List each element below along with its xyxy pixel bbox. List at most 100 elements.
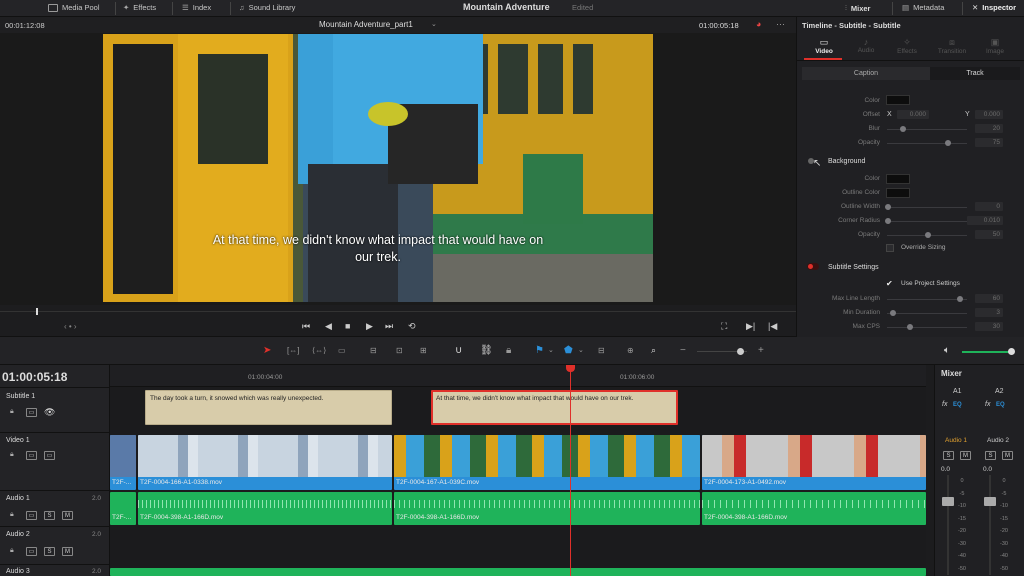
- solo-button[interactable]: S: [44, 511, 55, 520]
- shadow-color-swatch[interactable]: [886, 95, 910, 105]
- speaker-icon[interactable]: 🔈︎: [944, 345, 950, 356]
- play-reverse-icon[interactable]: ◀: [325, 321, 332, 332]
- effects-button[interactable]: ✦ Effects: [123, 3, 156, 12]
- selection-tool-icon[interactable]: ➤: [263, 345, 271, 356]
- zoom-fit-icon[interactable]: ⊟: [598, 346, 605, 355]
- subtitle-clip[interactable]: The day took a turn, it snowed which was…: [145, 390, 392, 425]
- marker-icon[interactable]: ⬟: [564, 345, 573, 356]
- max-line-length-slider[interactable]: [957, 296, 963, 302]
- viewer-scrubber[interactable]: [0, 305, 796, 317]
- playhead[interactable]: [570, 365, 571, 576]
- mute-button[interactable]: M: [960, 451, 971, 460]
- auto-select-icon[interactable]: ▭: [26, 451, 37, 460]
- play-icon[interactable]: ▶: [366, 321, 373, 332]
- outline-width-field[interactable]: 0: [975, 202, 1003, 211]
- go-to-start-icon[interactable]: ⏮: [302, 321, 310, 332]
- flag-icon[interactable]: ⚑: [535, 345, 544, 356]
- auto-select-icon[interactable]: ▭: [26, 511, 37, 520]
- zoom-detail-icon[interactable]: ⊕: [627, 346, 634, 355]
- subtitle-settings-title[interactable]: Subtitle Settings: [828, 264, 879, 271]
- sound-library-button[interactable]: ♫ Sound Library: [239, 3, 295, 12]
- use-project-checkbox[interactable]: ✔: [886, 279, 893, 288]
- stop-icon[interactable]: ■: [345, 321, 350, 331]
- more-options-icon[interactable]: ⋯: [776, 19, 785, 30]
- audio-clip[interactable]: T2F-...: [110, 492, 136, 525]
- tab-effects[interactable]: ✧ Effects: [892, 37, 922, 55]
- audio-clip[interactable]: [110, 568, 926, 576]
- zoom-in-icon[interactable]: +: [758, 345, 764, 356]
- fullscreen-icon[interactable]: ⛶: [721, 321, 727, 332]
- chevron-down-icon[interactable]: ⌄: [431, 20, 437, 28]
- offset-x-field[interactable]: 0.000: [897, 110, 929, 119]
- eq-button[interactable]: EQ: [953, 402, 962, 408]
- max-cps-field[interactable]: 30: [975, 322, 1003, 331]
- timeline-area[interactable]: 01:00:04:00 01:00:06:00 The day took a t…: [110, 365, 926, 576]
- shadow-opacity-field[interactable]: 75: [975, 138, 1003, 147]
- replace-clip-icon[interactable]: ⊞: [420, 346, 427, 355]
- fx-button[interactable]: fx: [985, 401, 990, 408]
- color-wheel-icon[interactable]: ◕: [756, 19, 761, 29]
- bg-color-swatch[interactable]: [886, 174, 910, 184]
- max-line-length-field[interactable]: 60: [975, 294, 1003, 303]
- lock-track-icon[interactable]: 🔒︎: [10, 547, 14, 555]
- lock-track-icon[interactable]: 🔒︎: [10, 408, 14, 416]
- bg-opacity-slider[interactable]: [925, 232, 931, 238]
- track-output-icon[interactable]: ▭: [26, 408, 37, 417]
- eye-icon[interactable]: 👁︎: [44, 407, 55, 418]
- inspector-button[interactable]: ✕ Inspector: [972, 3, 1016, 12]
- trim-tool-icon[interactable]: [⇔]: [287, 346, 299, 355]
- flag-dropdown-icon[interactable]: ⌄: [548, 346, 554, 354]
- media-pool-button[interactable]: Media Pool: [48, 3, 100, 12]
- audio-clip[interactable]: T2F-0004-398-A1-166D.mov: [394, 492, 700, 525]
- fader-handle[interactable]: [984, 497, 996, 506]
- shadow-opacity-slider[interactable]: [945, 140, 951, 146]
- link-icon[interactable]: ⛓: [480, 345, 493, 356]
- background-section-title[interactable]: Background: [828, 158, 865, 165]
- next-clip-icon[interactable]: ▶|: [746, 321, 755, 332]
- snapping-icon[interactable]: ∪: [455, 345, 462, 356]
- outline-color-swatch[interactable]: [886, 188, 910, 198]
- fader-handle[interactable]: [942, 497, 954, 506]
- video-clip[interactable]: T2F-0004-173-A1-0492.mov: [702, 435, 926, 490]
- go-to-end-icon[interactable]: ⏭: [385, 321, 393, 332]
- max-cps-slider[interactable]: [907, 324, 913, 330]
- outline-width-slider[interactable]: [885, 204, 891, 210]
- corner-radius-field[interactable]: 0.010: [967, 216, 1003, 225]
- dynamic-trim-icon[interactable]: ⟨⇔⟩: [312, 346, 326, 355]
- mute-button[interactable]: M: [62, 547, 73, 556]
- subtab-track[interactable]: Track: [930, 67, 1020, 80]
- lock-track-icon[interactable]: 🔒︎: [10, 451, 14, 459]
- index-button[interactable]: ☰ Index: [182, 3, 211, 12]
- offset-y-field[interactable]: 0.000: [975, 110, 1003, 119]
- video-clip[interactable]: T2F-0004-166-A1-0338.mov: [138, 435, 392, 490]
- subtitle-clip-selected[interactable]: At that time, we didn't know what impact…: [431, 390, 678, 425]
- zoom-slider-knob[interactable]: [737, 348, 744, 355]
- lock-track-icon[interactable]: 🔒︎: [10, 511, 14, 519]
- video-clip[interactable]: T2F-...: [110, 435, 136, 490]
- lock-icon[interactable]: 🔒︎: [506, 345, 511, 356]
- blur-slider[interactable]: [900, 126, 906, 132]
- tab-image[interactable]: ▣ Image: [980, 37, 1010, 55]
- solo-button[interactable]: S: [44, 547, 55, 556]
- solo-button[interactable]: S: [943, 451, 954, 460]
- marker-dropdown-icon[interactable]: ⌄: [578, 346, 584, 354]
- nav-dots-icon[interactable]: ‹ • ›: [64, 322, 77, 331]
- timeline-name-dropdown[interactable]: Mountain Adventure_part1: [319, 20, 413, 29]
- insert-clip-icon[interactable]: ⊟: [370, 346, 377, 355]
- override-sizing-checkbox[interactable]: [886, 244, 894, 252]
- corner-radius-slider[interactable]: [885, 218, 891, 224]
- disable-track-icon[interactable]: ▭: [44, 451, 55, 460]
- auto-select-icon[interactable]: ▭: [26, 547, 37, 556]
- loop-icon[interactable]: ⟲: [408, 321, 416, 332]
- zoom-out-icon[interactable]: −: [680, 345, 686, 356]
- solo-button[interactable]: S: [985, 451, 996, 460]
- bg-opacity-field[interactable]: 50: [975, 230, 1003, 239]
- tab-video[interactable]: ▭ Video: [809, 37, 839, 55]
- metadata-button[interactable]: ▤ Metadata: [902, 3, 944, 12]
- blade-tool-icon[interactable]: ▭: [338, 346, 346, 355]
- fx-button[interactable]: fx: [942, 401, 947, 408]
- audio-clip[interactable]: T2F-0004-398-A1-166D.mov: [138, 492, 392, 525]
- mute-button[interactable]: M: [1002, 451, 1013, 460]
- volume-knob[interactable]: [1008, 348, 1015, 355]
- min-duration-slider[interactable]: [890, 310, 896, 316]
